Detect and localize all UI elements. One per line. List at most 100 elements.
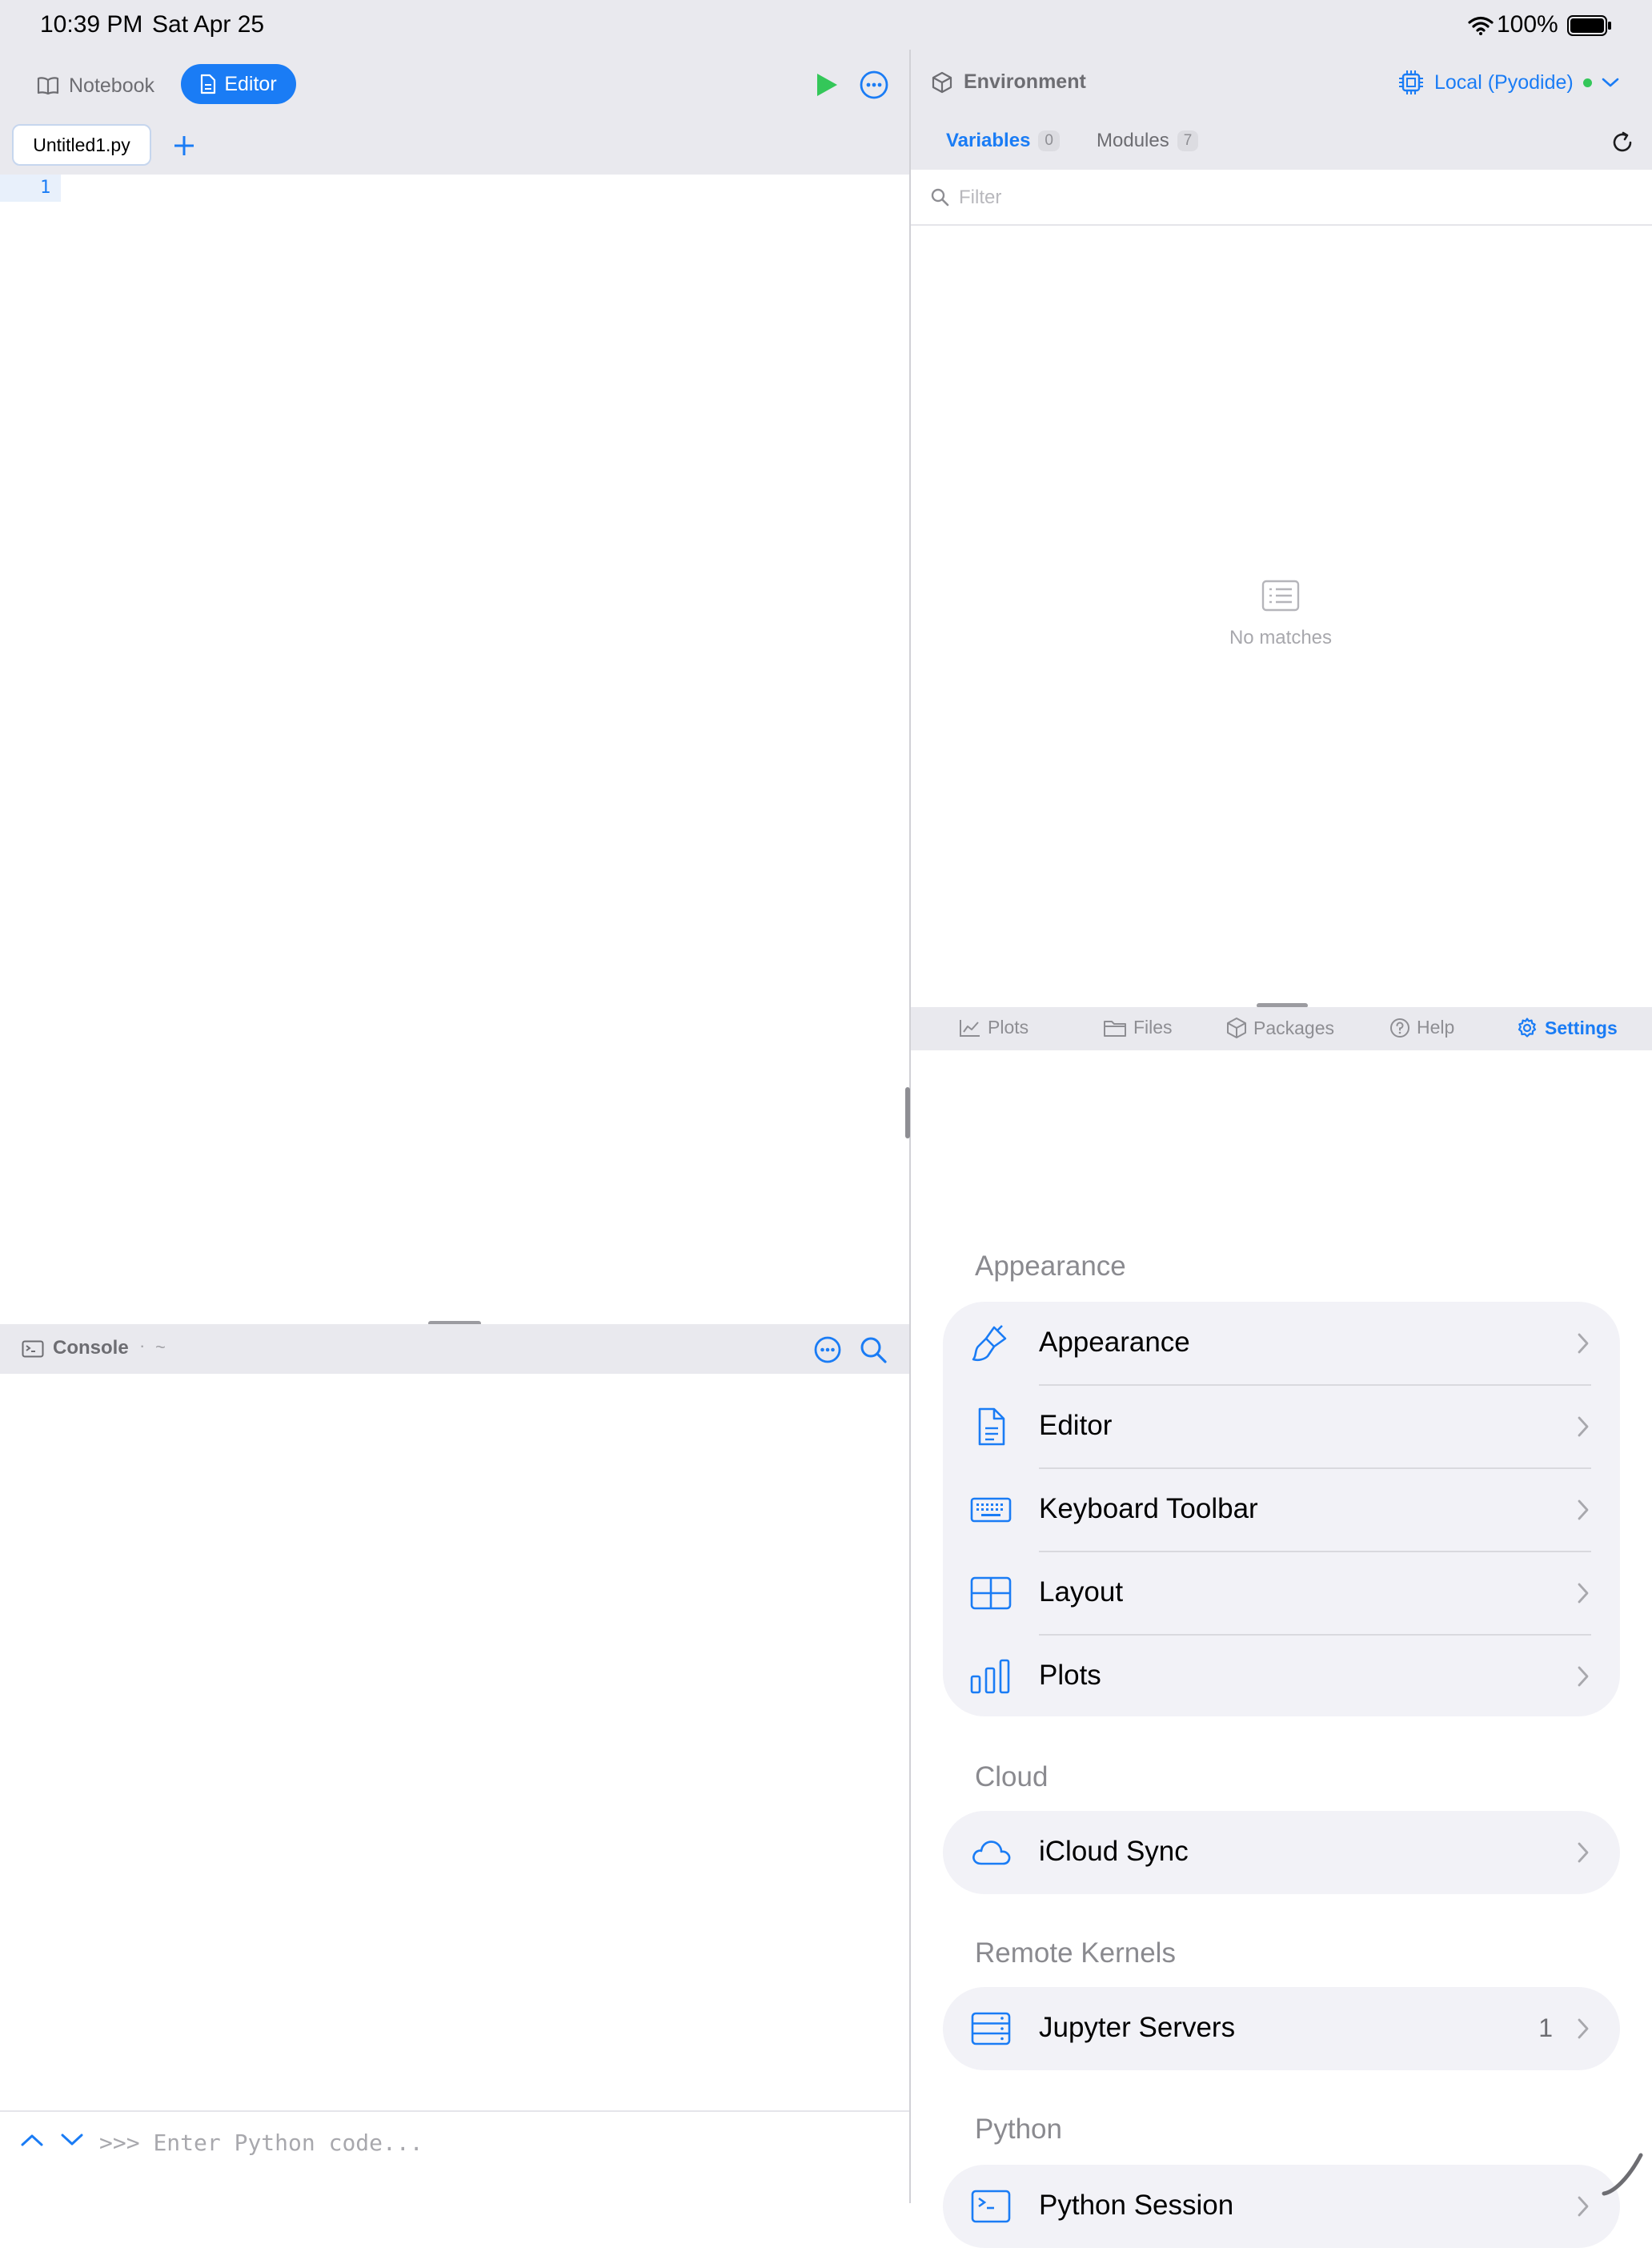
- notebook-mode-label: Notebook: [69, 74, 155, 97]
- settings-row-keyboard-toolbar[interactable]: Keyboard Toolbar: [943, 1468, 1620, 1552]
- chevron-down-icon: [1602, 77, 1619, 88]
- box-icon: [1226, 1017, 1247, 1039]
- settings-row-python-session[interactable]: Python Session: [943, 2165, 1620, 2248]
- code-editor[interactable]: [0, 175, 909, 1324]
- more-options-button[interactable]: [859, 70, 889, 100]
- chart-icon: [959, 1018, 981, 1038]
- wifi-icon: [1468, 16, 1494, 35]
- console-separator: ·: [139, 1335, 146, 1355]
- tab-help-label: Help: [1417, 1017, 1455, 1038]
- tab-plots[interactable]: Plots: [959, 1017, 1028, 1038]
- notebook-mode-button[interactable]: Notebook: [37, 66, 154, 106]
- section-header-python: Python: [975, 2114, 1062, 2145]
- settings-row-label: Plots: [1039, 1660, 1101, 1691]
- folder-icon: [1103, 1018, 1127, 1038]
- status-date: Sat Apr 25: [152, 11, 265, 38]
- kernel-status-dot: [1582, 78, 1592, 87]
- empty-message: No matches: [1229, 627, 1333, 648]
- tab-settings-label: Settings: [1545, 1017, 1618, 1038]
- settings-row-editor[interactable]: Editor: [943, 1385, 1620, 1468]
- settings-row-jupyter-servers[interactable]: Jupyter Servers 1: [943, 1987, 1620, 2070]
- section-header-remote-kernels: Remote Kernels: [975, 1937, 1176, 1969]
- kernel-selector[interactable]: Local (Pyodide): [1397, 69, 1619, 96]
- section-header-cloud: Cloud: [975, 1761, 1049, 1792]
- console-prompt[interactable]: >>> Enter Python code...: [99, 2130, 423, 2156]
- settings-row-label: iCloud Sync: [1039, 1836, 1189, 1867]
- environment-title: Environment: [932, 70, 1086, 94]
- battery-percentage: 100%: [1497, 11, 1558, 38]
- tab-files[interactable]: Files: [1103, 1017, 1173, 1038]
- chevron-right-icon: [1577, 2017, 1590, 2040]
- prompt-symbol: >>>: [99, 2130, 140, 2156]
- console-search-button[interactable]: [859, 1335, 888, 1364]
- cloud-icon: [970, 1832, 1012, 1873]
- current-line-highlight: [0, 175, 61, 202]
- search-icon: [930, 187, 949, 207]
- modules-count-badge: 7: [1177, 130, 1199, 151]
- console-more-button[interactable]: [813, 1335, 842, 1364]
- settings-row-appearance[interactable]: Appearance: [943, 1302, 1620, 1385]
- tab-settings[interactable]: Settings: [1516, 1017, 1618, 1039]
- gear-icon: [1516, 1017, 1538, 1039]
- terminal-icon: [970, 2186, 1012, 2227]
- file-tab-untitled1[interactable]: Untitled1.py: [12, 124, 151, 166]
- tab-packages-label: Packages: [1253, 1017, 1335, 1038]
- section-header-appearance: Appearance: [975, 1250, 1126, 1282]
- cpu-icon: [1397, 69, 1425, 96]
- chevron-right-icon: [1577, 1415, 1590, 1438]
- settings-row-label: Layout: [1039, 1576, 1124, 1608]
- add-file-button[interactable]: [173, 134, 195, 157]
- settings-row-plots[interactable]: Plots: [943, 1635, 1620, 1718]
- filter-input[interactable]: [957, 181, 1601, 215]
- console-divider: [0, 2110, 909, 2112]
- settings-row-layout[interactable]: Layout: [943, 1552, 1620, 1635]
- environment-title-text: Environment: [964, 70, 1086, 93]
- settings-row-label: Appearance: [1039, 1327, 1190, 1358]
- book-icon: [37, 76, 59, 95]
- tab-variables[interactable]: Variables 0: [946, 130, 1060, 152]
- question-icon: [1389, 1018, 1410, 1038]
- settings-row-label: Python Session: [1039, 2190, 1234, 2221]
- settings-row-icloud-sync[interactable]: iCloud Sync: [943, 1811, 1620, 1894]
- variables-count-badge: 0: [1038, 130, 1060, 151]
- cube-icon: [932, 71, 952, 94]
- editor-mode-label: Editor: [224, 72, 277, 95]
- tab-modules[interactable]: Modules 7: [1097, 130, 1199, 152]
- status-time: 10:39 PM: [40, 11, 143, 38]
- list-icon: [1261, 580, 1300, 612]
- history-down-button[interactable]: [61, 2133, 83, 2147]
- settings-row-label: Editor: [1039, 1410, 1113, 1441]
- settings-group-appearance: Appearance Editor Keyboard Toolbar Layou…: [943, 1302, 1620, 1716]
- tab-variables-label: Variables: [946, 130, 1031, 151]
- kernel-label: Local (Pyodide): [1434, 70, 1574, 94]
- run-button[interactable]: [815, 72, 839, 98]
- grid-icon: [970, 1572, 1012, 1614]
- resize-corner-indicator: [1599, 2150, 1647, 2198]
- settings-row-label: Keyboard Toolbar: [1039, 1493, 1258, 1524]
- chevron-right-icon: [1577, 2195, 1590, 2218]
- settings-row-label: Jupyter Servers: [1039, 2012, 1236, 2043]
- chevron-right-icon: [1577, 1665, 1590, 1688]
- server-count-badge: 1: [1538, 2013, 1553, 2042]
- line-number: 1: [40, 178, 51, 198]
- console-input-placeholder: Enter Python code...: [153, 2130, 423, 2156]
- tab-plots-label: Plots: [988, 1017, 1029, 1038]
- console-title: Console: [53, 1337, 129, 1359]
- tab-modules-label: Modules: [1097, 130, 1169, 151]
- bar-chart-icon: [970, 1656, 1012, 1697]
- tab-packages[interactable]: Packages: [1226, 1017, 1334, 1039]
- chevron-right-icon: [1577, 1841, 1590, 1864]
- document-icon: [970, 1406, 1012, 1447]
- console-header: [0, 1324, 909, 1374]
- chevron-right-icon: [1577, 1499, 1590, 1521]
- settings-group-cloud: iCloud Sync: [943, 1811, 1620, 1894]
- document-icon: [200, 74, 216, 94]
- pane-resize-handle[interactable]: [905, 1087, 910, 1138]
- terminal-icon: [22, 1340, 44, 1358]
- editor-mode-button[interactable]: Editor: [181, 64, 296, 104]
- history-up-button[interactable]: [21, 2133, 43, 2147]
- settings-group-remote-kernels: Jupyter Servers 1: [943, 1987, 1620, 2070]
- battery-icon: [1567, 15, 1612, 36]
- tab-help[interactable]: Help: [1389, 1017, 1454, 1038]
- refresh-button[interactable]: [1610, 130, 1634, 155]
